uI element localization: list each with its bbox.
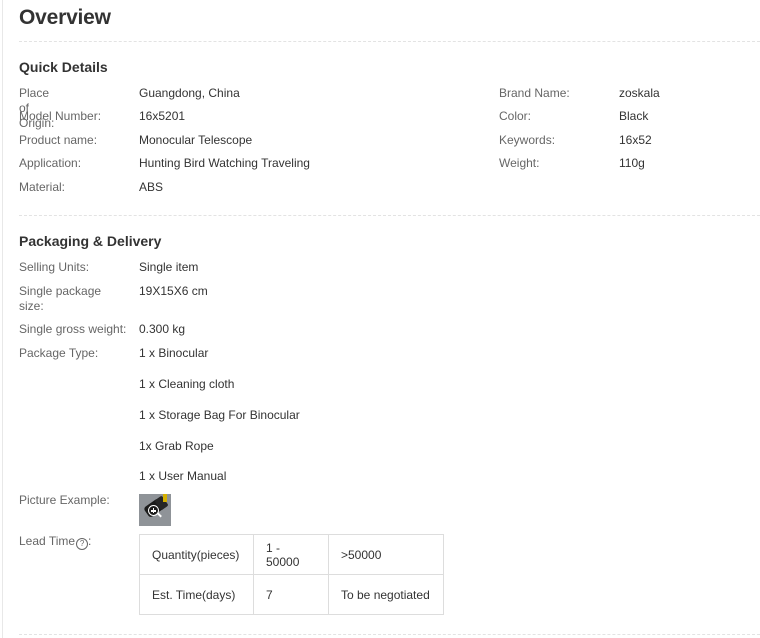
detail-value: 110g bbox=[619, 156, 645, 170]
package-item: 1 x Binocular bbox=[139, 346, 209, 360]
detail-label: Application: bbox=[19, 156, 82, 170]
package-item: 1 x User Manual bbox=[139, 469, 227, 483]
picture-example-thumbnail[interactable] bbox=[139, 494, 171, 526]
package-item: 1 x Cleaning cloth bbox=[139, 377, 235, 391]
detail-value: 0.300 kg bbox=[139, 322, 186, 336]
detail-value: Hunting Bird Watching Traveling bbox=[139, 156, 310, 170]
lead-time-text: Lead Time bbox=[19, 534, 76, 548]
detail-label: Package Type: bbox=[19, 346, 99, 360]
table-row: Est. Time(days) 7 To be negotiated bbox=[139, 574, 444, 615]
package-item: 1 x Storage Bag For Binocular bbox=[139, 408, 300, 422]
detail-label: Keywords: bbox=[499, 133, 556, 147]
detail-label: Model Number: bbox=[19, 109, 102, 123]
detail-label: Product name: bbox=[19, 133, 98, 147]
package-item: 1x Grab Rope bbox=[139, 439, 214, 453]
quick-details-heading: Quick Details bbox=[19, 59, 108, 75]
detail-value: Single item bbox=[139, 260, 199, 274]
table-cell: Quantity(pieces) bbox=[139, 534, 254, 575]
detail-value: ABS bbox=[139, 180, 164, 194]
detail-value: 16x52 bbox=[619, 133, 652, 147]
detail-value: 16x5201 bbox=[139, 109, 186, 123]
table-row: Quantity(pieces) 1 - 50000 >50000 bbox=[139, 534, 444, 575]
table-cell: Est. Time(days) bbox=[139, 574, 254, 615]
detail-label: Single package bbox=[19, 284, 102, 298]
table-cell: 1 - 50000 bbox=[253, 534, 329, 575]
table-cell: To be negotiated bbox=[328, 574, 444, 615]
divider bbox=[19, 215, 760, 216]
detail-value: Monocular Telescope bbox=[139, 133, 253, 147]
telescope-accent bbox=[163, 494, 167, 502]
detail-value: Black bbox=[619, 109, 649, 123]
lead-time-label: Lead Time?: bbox=[19, 534, 91, 550]
detail-label: Brand Name: bbox=[499, 86, 570, 100]
divider bbox=[19, 634, 760, 635]
table-cell: >50000 bbox=[328, 534, 444, 575]
help-icon[interactable]: ? bbox=[76, 538, 89, 550]
detail-value: Guangdong, China bbox=[139, 86, 240, 100]
picture-example-label: Picture Example: bbox=[19, 493, 110, 507]
detail-label: size: bbox=[19, 299, 44, 313]
detail-label: Single gross weight: bbox=[19, 322, 127, 336]
detail-value: 19X15X6 cm bbox=[139, 284, 208, 298]
detail-label: Weight: bbox=[499, 156, 540, 170]
lead-time-table: Quantity(pieces) 1 - 50000 >50000 Est. T… bbox=[139, 534, 444, 615]
detail-label: Selling Units: bbox=[19, 260, 90, 274]
page-title: Overview bbox=[19, 6, 111, 29]
divider bbox=[19, 41, 760, 42]
table-cell: 7 bbox=[253, 574, 329, 615]
detail-label: Material: bbox=[19, 180, 66, 194]
packaging-delivery-heading: Packaging & Delivery bbox=[19, 233, 162, 249]
detail-label: Color: bbox=[499, 109, 532, 123]
detail-value: zoskala bbox=[619, 86, 660, 100]
left-border bbox=[2, 0, 3, 638]
label-colon: : bbox=[88, 534, 92, 548]
